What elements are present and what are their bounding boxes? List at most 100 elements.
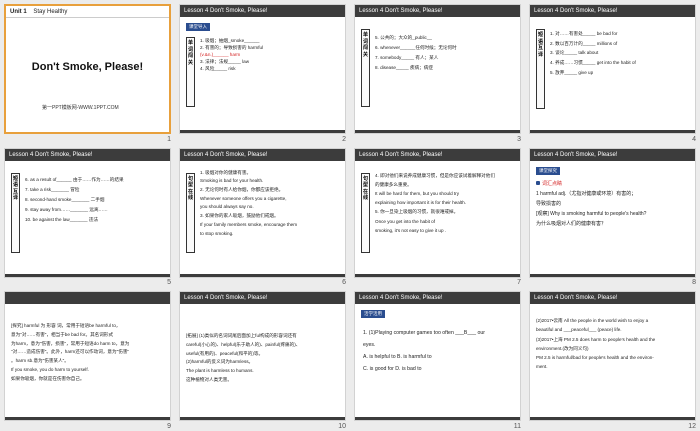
body-line: 2. 无论何时有人给你烟，你都应该拒绝。 xyxy=(200,187,284,193)
slide-number: 5 xyxy=(167,279,171,287)
slide-5-canvas: Lesson 4 Don't Smoke, Please! 短语互译 6. as… xyxy=(4,147,171,278)
body-line: environment.(改为同义句) xyxy=(536,345,589,351)
slide-thumbnail-2[interactable]: Lesson 4 Don't Smoke, Please! 课堂导入 单词闯关 … xyxy=(175,0,350,144)
section-tag: 活学活用 xyxy=(361,310,385,319)
body-line: 这种植物对人类无害。 xyxy=(186,376,232,382)
body-line: 8. disease_____ 疾病；病症 xyxy=(375,65,433,71)
slide-footer-bar xyxy=(180,417,345,421)
slide-number: 8 xyxy=(692,279,696,287)
slide-header xyxy=(5,292,170,305)
unit-subtitle: Stay Healthy xyxy=(33,9,68,15)
slide-footer-bar xyxy=(180,130,345,133)
section-vertical-label: 单词闯关 xyxy=(361,29,370,107)
slide-thumbnail-9[interactable]: [探究] harmful 为 形容 词，常用于短语be harmful to， … xyxy=(0,287,175,431)
slide-thumbnail-12[interactable]: Lesson 4 Don't Smoke, Please! (2)2017•云南… xyxy=(525,287,700,431)
slide-body: 1. 对……有害处_____ be bad for 2. 数以百万计的_____… xyxy=(550,29,636,77)
slide-thumbnail-11[interactable]: Lesson 4 Don't Smoke, Please! 活学活用 1. (1… xyxy=(350,287,525,431)
body-line: ment. xyxy=(536,364,548,370)
slide-2-canvas: Lesson 4 Don't Smoke, Please! 课堂导入 单词闯关 … xyxy=(179,4,346,134)
slide-number: 3 xyxy=(517,135,521,143)
section-vertical-label: 单词闯关 xyxy=(186,37,195,107)
slide-11-canvas: Lesson 4 Don't Smoke, Please! 活学活用 1. (1… xyxy=(354,291,521,422)
body-line: 3. 如果你的家人吸烟，鼓励他们戒烟。 xyxy=(200,213,279,219)
body-line: "对……造成伤害"。此外，harm还可以作动词，意为"伤害" xyxy=(11,349,130,355)
bullet-icon xyxy=(536,181,540,186)
body-line: 1. 对……有害处_____ be bad for xyxy=(550,31,618,36)
slide-header: Lesson 4 Don't Smoke, Please! xyxy=(355,5,520,17)
body-line: PM 2.5 is harmful/bad for people's healt… xyxy=(536,354,654,360)
slide-thumbnail-7[interactable]: Lesson 4 Don't Smoke, Please! 句型在线 4. 即对… xyxy=(350,144,525,288)
slide-footer-bar xyxy=(530,130,695,133)
body-line: 3. 谈论_____ talk about xyxy=(550,50,599,56)
section-vertical-label: 句型在线 xyxy=(361,172,370,253)
body-line: careful(小心的)、helpful(乐于助人的)、painful(疼痛的)… xyxy=(186,341,301,347)
body-line: 词汇点睛 xyxy=(536,179,646,189)
slide-footer-bar xyxy=(180,273,345,277)
slide-number: 9 xyxy=(167,422,171,430)
body-line: 4. 风险_____ risk xyxy=(200,66,236,72)
body-line: 5. 放弃_____ give up xyxy=(550,69,594,75)
slide-number: 11 xyxy=(513,422,521,430)
body-line: 导致损害的 xyxy=(536,200,562,207)
slide-thumbnail-grid: Unit 1 Stay Healthy Don't Smoke, Please!… xyxy=(0,0,700,431)
slide-header: Lesson 4 Don't Smoke, Please! xyxy=(355,292,520,305)
slide-title: Don't Smoke, Please! xyxy=(31,61,144,73)
slide-thumbnail-3[interactable]: Lesson 4 Don't Smoke, Please! 单词闯关 5. 公共… xyxy=(350,0,525,144)
body-line: to stop smoking. xyxy=(200,230,234,236)
slide-9-canvas: [探究] harmful 为 形容 词，常用于短语be harmful to， … xyxy=(4,291,171,422)
slide-footer-bar xyxy=(355,273,520,277)
body-line: 。harm sb.意为"伤害某人"。 xyxy=(11,358,69,364)
slide-1-canvas: Unit 1 Stay Healthy Don't Smoke, Please!… xyxy=(4,4,171,134)
body-line: (2)harmful的反义词为harmless。 xyxy=(186,359,254,365)
slide-body: 6. as a result of______ 由于……作为……的结果 7. t… xyxy=(25,175,124,225)
body-line: (2)2017•云南 All the people in the world w… xyxy=(536,318,649,324)
body-line: If your family members smoke, encourage … xyxy=(200,221,298,227)
body-line: [拓展] (1)类似的名词词尾后面加上ful构成的形容词还有 xyxy=(186,333,297,339)
body-line: It will be hard for them, but you should… xyxy=(375,190,460,196)
slide-thumbnail-4[interactable]: Lesson 4 Don't Smoke, Please! 短语互译 1. 对…… xyxy=(525,0,700,144)
slide-header: Lesson 4 Don't Smoke, Please! xyxy=(530,292,695,305)
section-tag: 课堂探究 xyxy=(536,166,560,175)
body-line: eyes. xyxy=(363,342,376,349)
body-line: Once you get into the habit of xyxy=(375,218,436,224)
slide-body: [拓展] (1)类似的名词词尾后面加上ful构成的形容词还有 careful(小… xyxy=(186,332,300,384)
body-line: Smoking is bad for your health. xyxy=(200,178,264,184)
slide-thumbnail-8[interactable]: Lesson 4 Don't Smoke, Please! 课堂探究 词汇点睛 … xyxy=(525,144,700,288)
body-line: 3. 法律；法规_____ law xyxy=(200,59,250,65)
slide-body: (2)2017•云南 All the people in the world w… xyxy=(536,316,655,371)
body-line: 10. be against the law_______ 违法 xyxy=(25,216,99,222)
slide-thumbnail-5[interactable]: Lesson 4 Don't Smoke, Please! 短语互译 6. as… xyxy=(0,144,175,288)
section-vertical-label: 短语互译 xyxy=(536,29,545,109)
body-line: 为什么吸烟对人们的健康有害？ xyxy=(536,220,607,227)
slide-body: 1. (1)Playing computer games too often _… xyxy=(363,328,485,376)
body-line: you should always say no. xyxy=(200,204,254,210)
body-line: 6. whenever______任何时候；无论何时 xyxy=(375,45,457,51)
slide-footer-bar xyxy=(355,130,520,133)
section-tag: 课堂导入 xyxy=(186,23,210,31)
body-line: 意为"对……有害"，相当于be bad for。其名词形式 xyxy=(11,331,114,337)
slide-3-canvas: Lesson 4 Don't Smoke, Please! 单词闯关 5. 公共… xyxy=(354,4,521,134)
body-line: 7. somebody_____ 有人；某人 xyxy=(375,55,439,61)
slide-body: 5. 公共的；大众的_public__ 6. whenever______任何时… xyxy=(375,33,457,73)
body-line: [观察] Why is smoking harmful to people's … xyxy=(536,210,647,217)
slide-header: Lesson 4 Don't Smoke, Please! xyxy=(530,5,695,17)
slide-thumbnail-1[interactable]: Unit 1 Stay Healthy Don't Smoke, Please!… xyxy=(0,0,175,144)
body-line: 5. 公共的；大众的_public__ xyxy=(375,35,432,40)
body-line: 9. stay away from……_______ 远离…… xyxy=(25,206,108,212)
section-vertical-label: 句型在线 xyxy=(186,172,195,253)
slide-body: 1. 吸烟对你的健康有害。 Smoking is bad for your he… xyxy=(200,169,297,239)
body-line: (v.&n.)______ harm xyxy=(200,52,241,58)
body-line: Whenever someone offers you a cigarette, xyxy=(200,195,287,201)
body-line: 1 harmful adj.（尤指对健康或环境）有害的； xyxy=(536,190,637,197)
body-line: 8. second-hand smoke_______ 二手烟 xyxy=(25,196,105,202)
slide-thumbnail-10[interactable]: Lesson 4 Don't Smoke, Please! [拓展] (1)类似… xyxy=(175,287,350,431)
body-line: 6. as a result of______ 由于……作为……的结果 xyxy=(25,176,124,182)
slide-header: Unit 1 Stay Healthy xyxy=(6,6,169,18)
body-line: 1. (1)Playing computer games too often _… xyxy=(363,330,485,337)
slide-number: 6 xyxy=(342,279,346,287)
body-line: 的健康多么重要。 xyxy=(375,181,412,187)
body-line: C. is good for D. is bad to xyxy=(363,366,422,373)
slide-thumbnail-6[interactable]: Lesson 4 Don't Smoke, Please! 句型在线 1. 吸烟… xyxy=(175,144,350,288)
body-line: 1. 吸烟对你的健康有害。 xyxy=(200,169,252,175)
slide-6-canvas: Lesson 4 Don't Smoke, Please! 句型在线 1. 吸烟… xyxy=(179,147,346,278)
